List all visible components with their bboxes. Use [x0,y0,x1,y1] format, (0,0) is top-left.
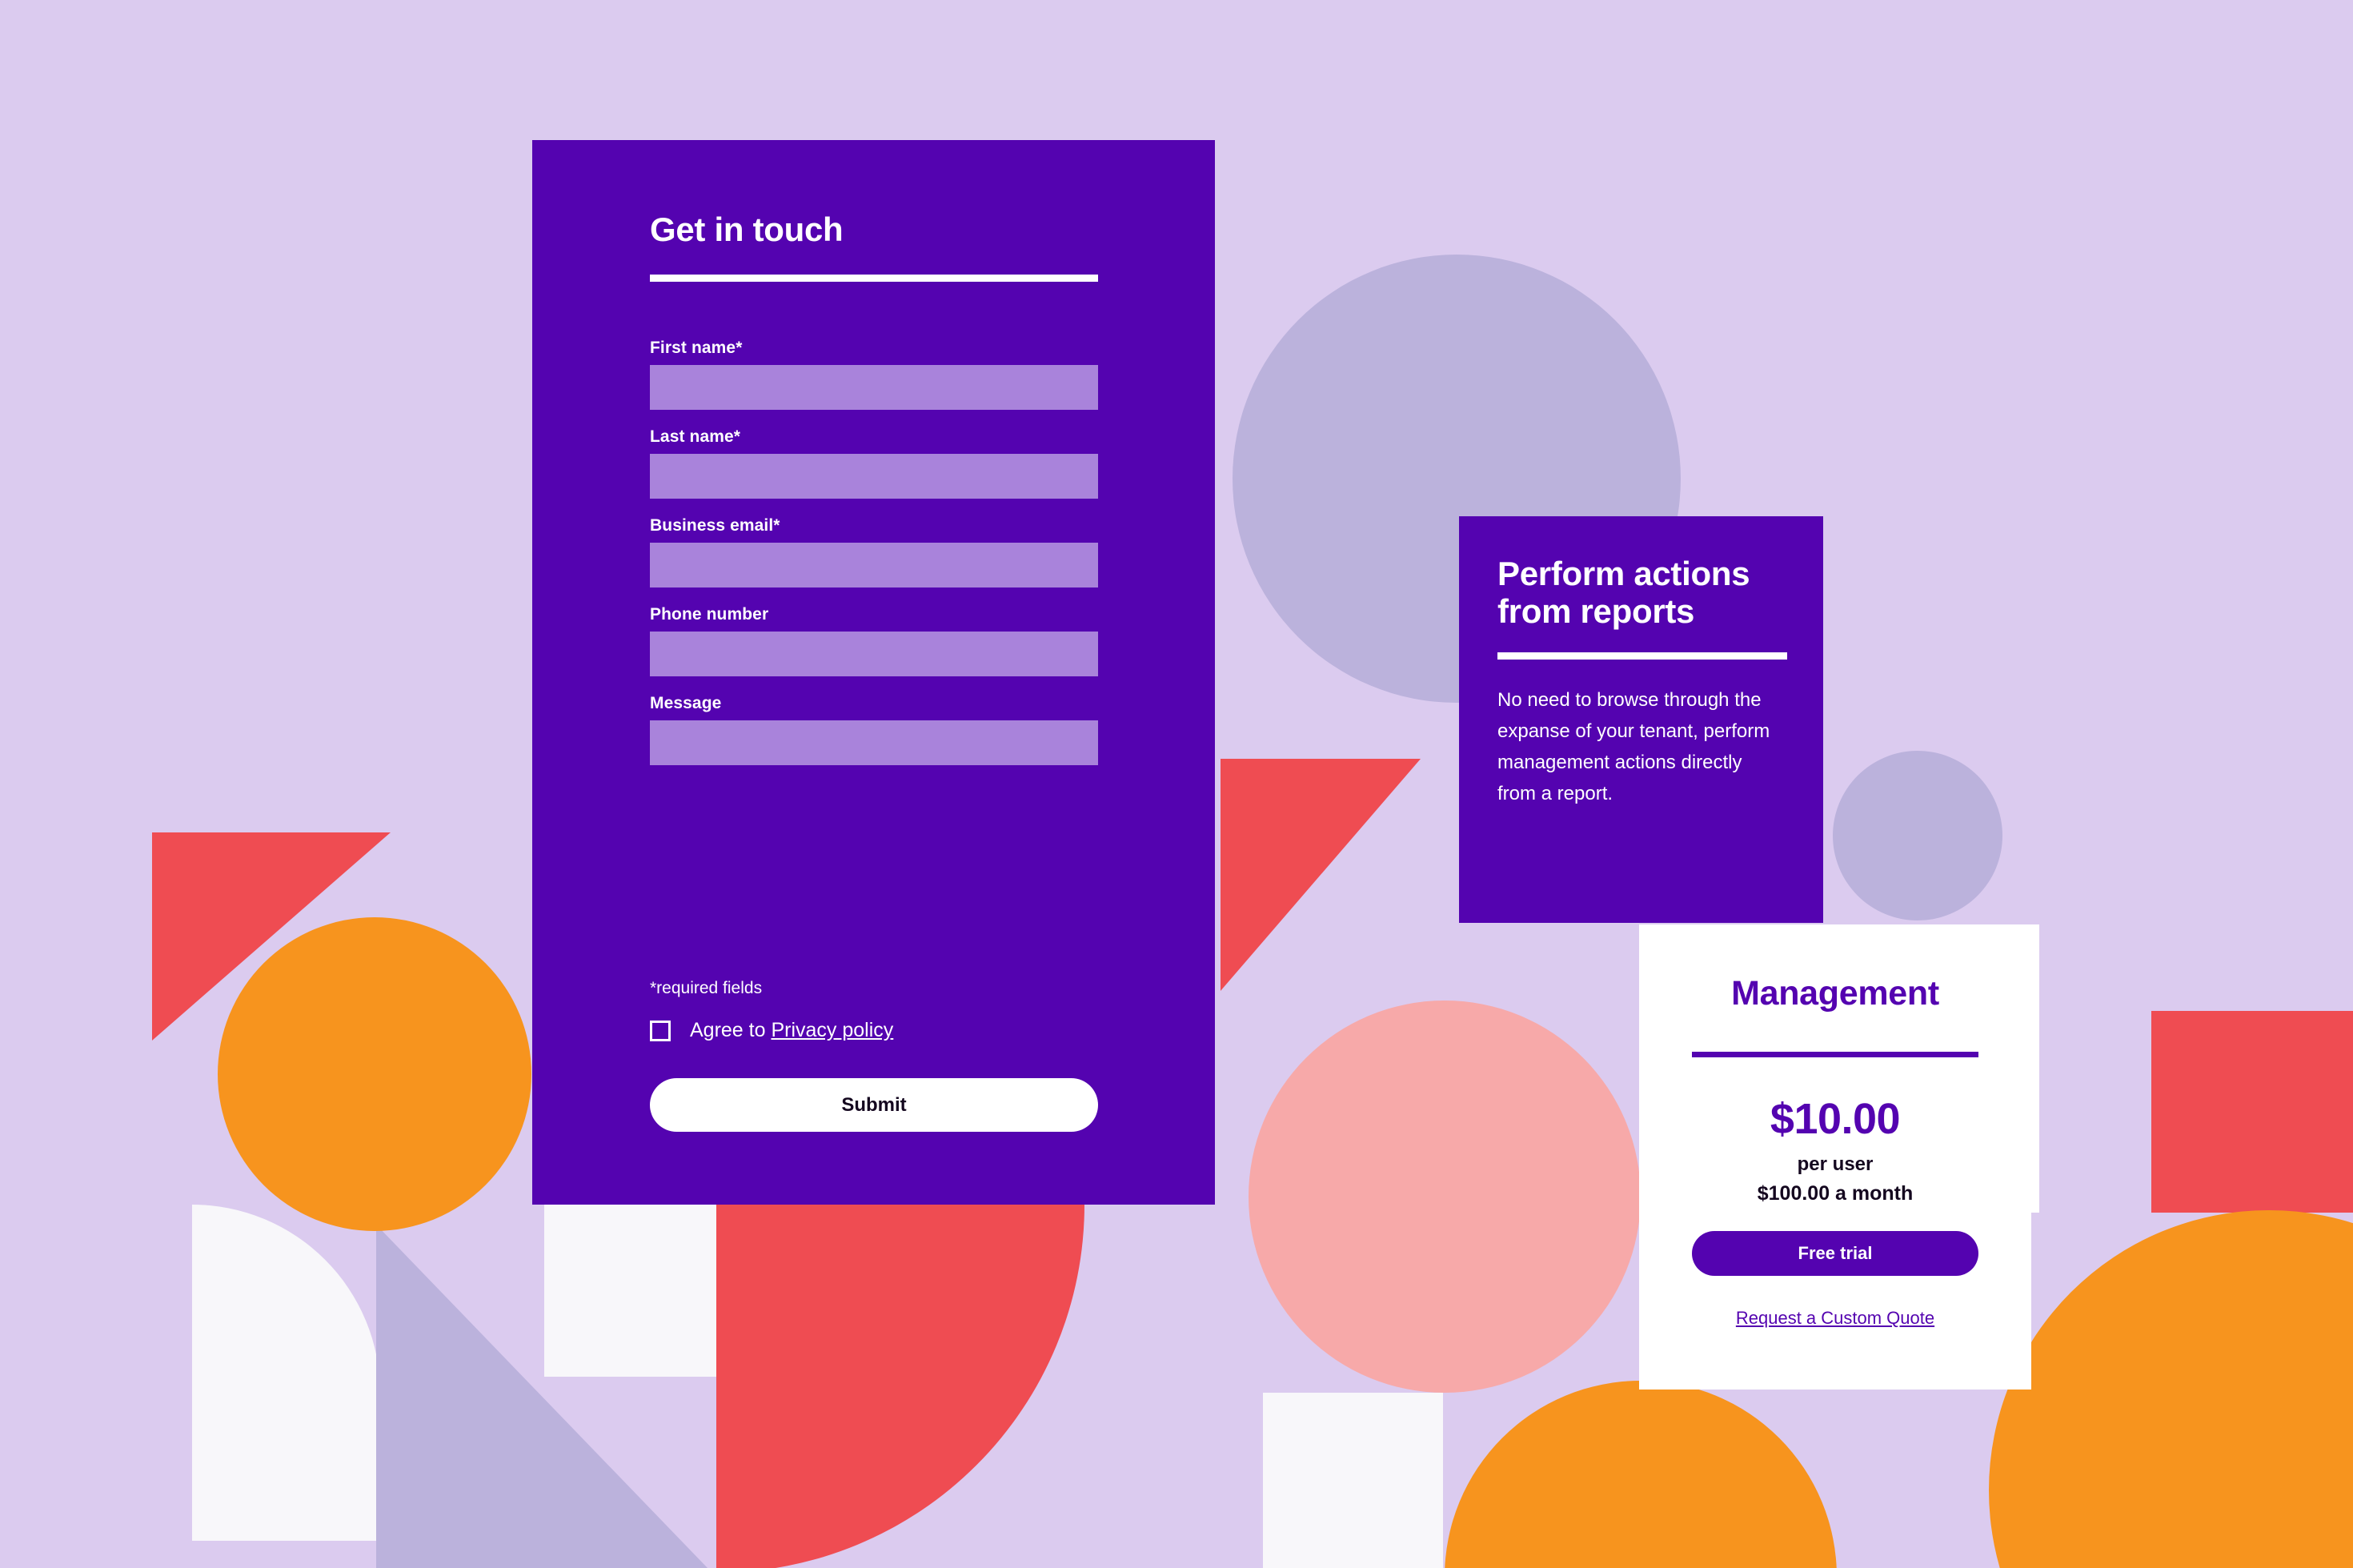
field-label-business-email: Business email* [650,516,780,535]
field-label-phone-number: Phone number [650,605,769,624]
agree-prefix-text: Agree to [690,1019,772,1041]
field-message: Message [650,694,1098,765]
field-phone-number: Phone number [650,605,1098,676]
page-canvas: Get in touch First name* Last name* Busi… [0,0,2353,1568]
pricing-card: Management $10.00 per user $100.00 a mon… [1639,924,2031,1390]
privacy-agreement-checkbox[interactable] [650,1020,671,1041]
decorative-circle-orange-middle [1445,1381,1837,1568]
decorative-triangle-red-middle [1221,759,1421,991]
field-label-first-name: First name* [650,339,743,357]
decorative-circle-orange-left [218,917,531,1231]
field-label-message: Message [650,694,722,712]
decorative-circle-orange-right [1989,1210,2353,1568]
pricing-amount: $10.00 [1770,1095,1901,1143]
pricing-monthly-total: $100.00 a month [1757,1182,1914,1205]
pricing-card-title: Management [1731,974,1939,1013]
reports-card-body: No need to browse through the expanse of… [1497,689,1770,804]
submit-button[interactable]: Submit [650,1078,1098,1132]
reports-card-title: Perform actions from reports [1497,555,1750,631]
reports-card-divider [1497,652,1787,660]
field-first-name: First name* [650,339,1098,410]
required-fields-note: *required fields [650,979,763,997]
decorative-circle-pink [1249,1001,1641,1393]
message-input[interactable] [650,720,1098,765]
privacy-agreement-row: Agree to Privacy policy [650,1019,893,1042]
free-trial-button[interactable]: Free trial [1692,1231,1978,1276]
phone-number-input[interactable] [650,632,1098,676]
decorative-quarter-circle-red [716,1205,1084,1568]
decorative-square-white-middle [544,1205,716,1377]
contact-form-fields: First name* Last name* Business email* P… [650,339,1098,783]
privacy-agreement-label: Agree to Privacy policy [690,1019,893,1042]
contact-form-divider [650,275,1098,282]
pricing-per-user-label: per user [1797,1153,1874,1175]
last-name-input[interactable] [650,454,1098,499]
contact-form-card: Get in touch First name* Last name* Busi… [532,140,1215,1205]
field-business-email: Business email* [650,516,1098,587]
request-custom-quote-link[interactable]: Request a Custom Quote [1736,1308,1934,1329]
first-name-input[interactable] [650,365,1098,410]
decorative-square-white-bottom [1263,1393,1443,1568]
reports-feature-card: Perform actions from reports No need to … [1459,516,1823,923]
field-last-name: Last name* [650,427,1098,499]
decorative-circle-lavender-small [1833,751,2002,920]
contact-form-title: Get in touch [650,211,844,248]
pricing-card-divider [1692,1052,1978,1057]
field-label-last-name: Last name* [650,427,741,446]
privacy-policy-link[interactable]: Privacy policy [771,1019,893,1041]
business-email-input[interactable] [650,543,1098,587]
decorative-square-red-right [2151,1011,2353,1213]
decorative-quarter-circle-white-left [192,1205,380,1541]
